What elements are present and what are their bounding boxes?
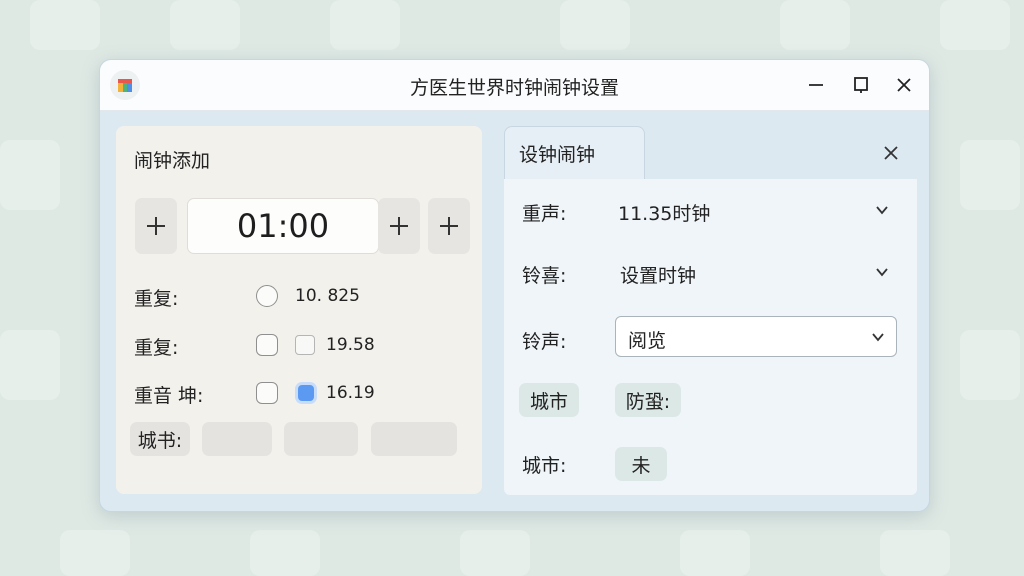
- city-slot-3[interactable]: [371, 422, 457, 456]
- repeat-checkbox-2[interactable]: [256, 334, 278, 356]
- close-icon: [884, 146, 898, 160]
- background-tile: [780, 0, 850, 50]
- ringtone-label: 重声:: [522, 203, 567, 225]
- chevron-down-icon[interactable]: [874, 202, 890, 218]
- sound-label: 铃声:: [522, 331, 567, 353]
- maximize-button[interactable]: [848, 72, 874, 98]
- repeat-checkbox-secondary[interactable]: [295, 335, 315, 355]
- panel-heading: 闹钟添加: [134, 150, 211, 172]
- repeat-value: 10. 825: [295, 286, 360, 306]
- repeat-value: 19.58: [326, 335, 375, 355]
- app-window: 方医生世界时钟闹钟设置 闹钟添加 01:00 重复: 10. 825 重复: 1…: [99, 59, 930, 512]
- background-tile: [30, 0, 100, 50]
- sound-checkbox-checked[interactable]: [295, 382, 317, 404]
- city-slot-2[interactable]: [284, 422, 358, 456]
- background-tile: [680, 530, 750, 576]
- plus-icon: [390, 217, 408, 235]
- minimize-button[interactable]: [803, 72, 829, 98]
- chevron-down-icon: [870, 329, 886, 345]
- city-chip[interactable]: 城书:: [130, 422, 190, 456]
- city-label: 城市:: [522, 455, 567, 477]
- repeat-checkbox-1[interactable]: [256, 285, 278, 307]
- background-tile: [330, 0, 400, 50]
- background-tile: [0, 330, 60, 400]
- set-alarm-panel: 重声: 11.35时钟 铃喜: 设置时钟 铃声: 阅览 城市 防蛩: 城市: 未: [504, 179, 917, 495]
- repeat-label: 重复:: [134, 337, 179, 359]
- background-tile: [0, 140, 60, 210]
- plus-icon: [440, 217, 458, 235]
- city-value-chip[interactable]: 未: [615, 447, 667, 481]
- sound-select[interactable]: 阅览: [615, 316, 897, 357]
- decrement-button[interactable]: [135, 198, 177, 254]
- repeat-label: 重复:: [134, 288, 179, 310]
- tab-set-alarm[interactable]: 设钟闹钟: [504, 126, 645, 180]
- city-chip[interactable]: 城市: [519, 383, 579, 417]
- background-tile: [560, 0, 630, 50]
- sound-checkbox[interactable]: [256, 382, 278, 404]
- bell-value[interactable]: 设置时钟: [620, 261, 696, 288]
- background-tile: [250, 530, 320, 576]
- background-tile: [960, 330, 1020, 400]
- sound-value: 16.19: [326, 383, 375, 403]
- chevron-down-icon[interactable]: [874, 264, 890, 280]
- ringtone-value[interactable]: 11.35时钟: [618, 199, 710, 226]
- background-tile: [60, 530, 130, 576]
- alarm-add-panel: 闹钟添加 01:00 重复: 10. 825 重复: 19.58 重音 坤: 1…: [116, 126, 482, 494]
- option-chip[interactable]: 防蛩:: [615, 383, 681, 417]
- title-bar: 方医生世界时钟闹钟设置: [100, 60, 929, 111]
- bell-label: 铃喜:: [522, 265, 567, 287]
- increment-minute-button[interactable]: [428, 198, 470, 254]
- background-tile: [940, 0, 1010, 50]
- sound-label: 重音 坤:: [134, 385, 204, 407]
- increment-hour-button[interactable]: [378, 198, 420, 254]
- time-display[interactable]: 01:00: [187, 198, 379, 254]
- plus-icon: [147, 217, 165, 235]
- close-tab-button[interactable]: [878, 140, 904, 166]
- background-tile: [880, 530, 950, 576]
- city-slot-1[interactable]: [202, 422, 272, 456]
- sound-select-value: 阅览: [628, 330, 667, 352]
- close-window-button[interactable]: [891, 72, 917, 98]
- background-tile: [960, 140, 1020, 210]
- background-tile: [460, 530, 530, 576]
- background-tile: [170, 0, 240, 50]
